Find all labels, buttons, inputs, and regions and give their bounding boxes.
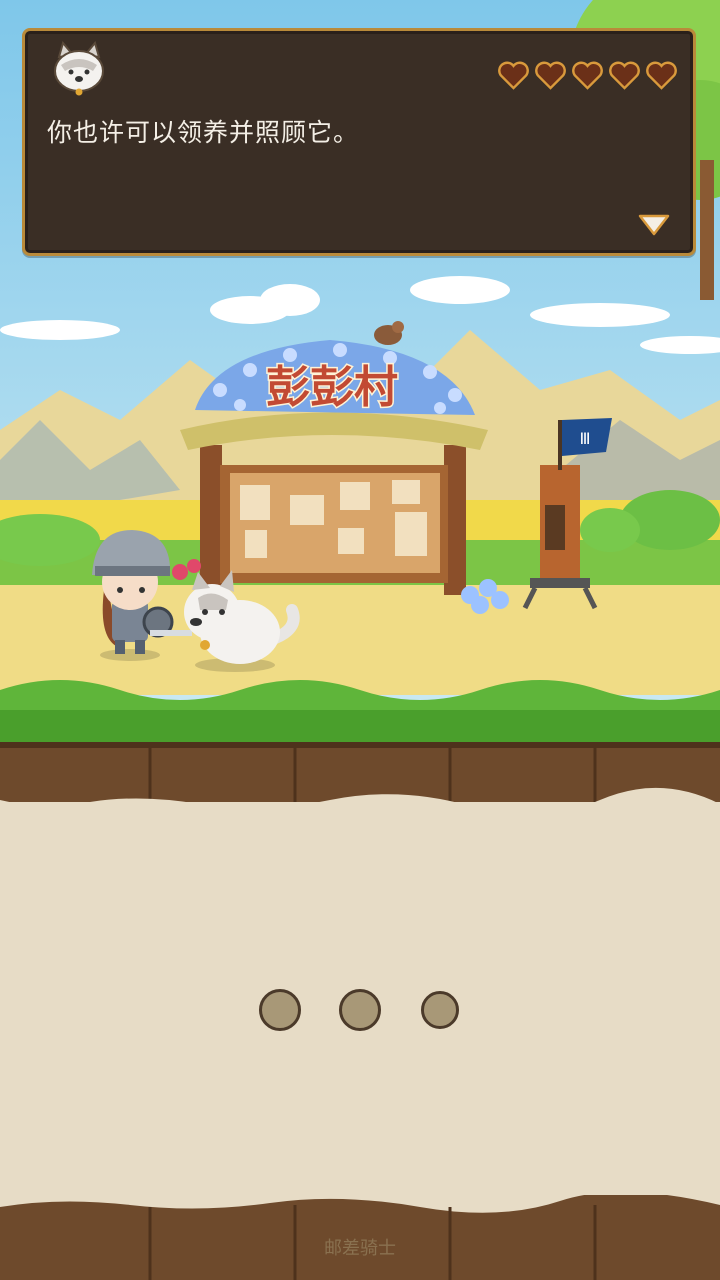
heart-icon: [609, 61, 640, 90]
heart-icon: [535, 61, 566, 90]
app-name-label: 邮差骑士: [324, 1238, 396, 1259]
loading-dots: [0, 988, 720, 1034]
soil-divider-top: [0, 742, 720, 812]
loading-dot: [259, 989, 301, 1031]
triangle-down-icon[interactable]: [637, 213, 671, 237]
village-sign-title: 彭彭村: [266, 362, 398, 413]
heart-icon: [646, 61, 677, 90]
heart-icon: [572, 61, 603, 90]
affection-hearts: [498, 61, 677, 90]
dialog-text: 你也许可以领养并照顾它。: [47, 118, 360, 147]
svg-text:Ⅲ: Ⅲ: [579, 429, 590, 448]
dialog-box[interactable]: 你也许可以领养并照顾它。: [22, 28, 696, 256]
husky-portrait-icon: [49, 40, 109, 97]
loading-dot: [339, 989, 381, 1031]
heart-icon: [498, 61, 529, 90]
loading-dot: [421, 991, 459, 1029]
